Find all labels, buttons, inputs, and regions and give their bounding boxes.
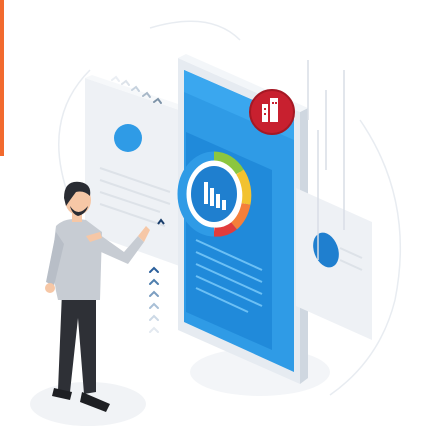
donut-chart bbox=[177, 151, 252, 237]
bottom-chevron-trail bbox=[149, 266, 159, 333]
illustration-svg bbox=[30, 20, 402, 426]
illustration-stage bbox=[0, 0, 427, 436]
left-panel-blue-dot bbox=[114, 124, 142, 152]
badge bbox=[249, 89, 295, 135]
